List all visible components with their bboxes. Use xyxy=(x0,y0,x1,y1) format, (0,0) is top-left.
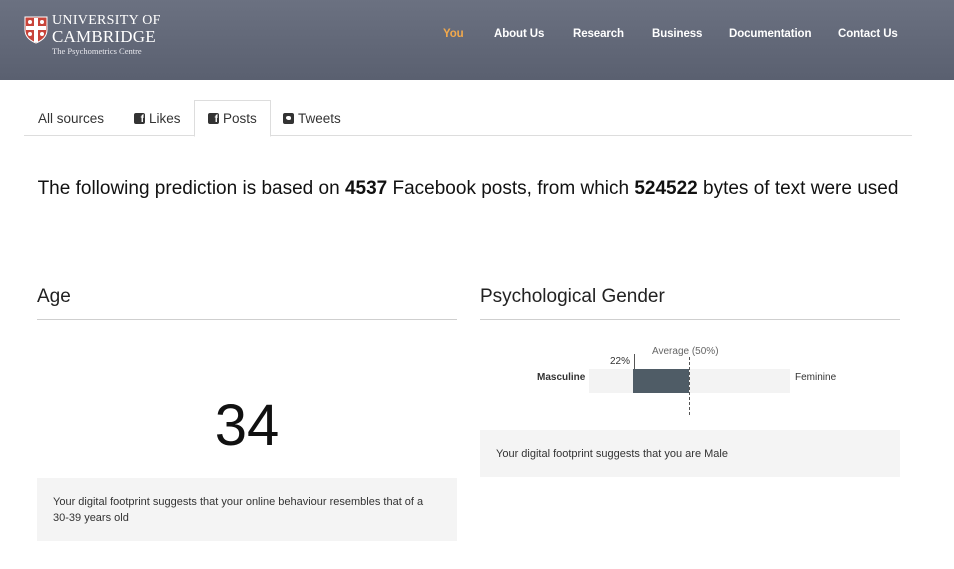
tab-label: Tweets xyxy=(298,110,341,126)
gender-title: Psychological Gender xyxy=(480,286,665,307)
nav-business[interactable]: Business xyxy=(652,28,702,40)
twitter-icon xyxy=(283,112,294,124)
nav-documentation[interactable]: Documentation xyxy=(729,28,812,40)
prediction-summary: The following prediction is based on 453… xyxy=(24,178,912,200)
tab-all-sources[interactable]: All sources xyxy=(25,100,117,136)
logo-line-centre: The Psychometrics Centre xyxy=(52,46,142,56)
logo-line-university: UNIVERSITY OF xyxy=(52,13,161,28)
summary-middle: Facebook posts, from which xyxy=(392,178,630,199)
age-title: Age xyxy=(37,286,71,307)
tab-tweets[interactable]: Tweets xyxy=(270,100,354,136)
nav-about-us[interactable]: About Us xyxy=(494,28,544,40)
feminine-label: Feminine xyxy=(795,372,837,383)
age-value: 34 xyxy=(214,393,280,458)
average-marker-line xyxy=(689,357,690,415)
age-note: Your digital footprint suggests that you… xyxy=(37,478,457,541)
gender-note: Your digital footprint suggests that you… xyxy=(480,430,900,477)
gender-value-label: 22% xyxy=(610,356,631,367)
summary-prefix: The following prediction is based on xyxy=(37,178,340,199)
age-divider xyxy=(37,319,457,320)
facebook-icon xyxy=(134,112,145,125)
age-note-text: Your digital footprint suggests that you… xyxy=(53,495,424,524)
tab-label: Likes xyxy=(149,110,181,126)
posts-count: 4537 xyxy=(344,178,388,199)
facebook-icon xyxy=(208,113,219,125)
bytes-count: 524522 xyxy=(634,178,698,199)
average-label: Average (50%) xyxy=(652,346,719,357)
nav-you[interactable]: You xyxy=(443,28,464,40)
gender-value-tick xyxy=(634,354,635,369)
main-nav: You About Us Research Business Documenta… xyxy=(0,28,954,44)
nav-research[interactable]: Research xyxy=(573,28,624,40)
tab-likes[interactable]: Likes xyxy=(121,100,194,136)
tab-posts[interactable]: Posts xyxy=(194,100,271,137)
gender-divider xyxy=(480,319,900,320)
site-header: UNIVERSITY OF CAMBRIDGE The Psychometric… xyxy=(0,0,954,80)
tab-label: Posts xyxy=(223,111,257,126)
summary-suffix: bytes of text were used xyxy=(703,178,899,199)
source-tabs: All sources Likes Posts Tweets xyxy=(24,100,912,137)
masculine-label: Masculine xyxy=(537,372,586,383)
tab-label: All sources xyxy=(38,110,105,126)
nav-contact-us[interactable]: Contact Us xyxy=(838,28,898,40)
gender-scale-bar xyxy=(633,369,690,393)
gender-note-text: Your digital footprint suggests that you… xyxy=(496,447,728,460)
